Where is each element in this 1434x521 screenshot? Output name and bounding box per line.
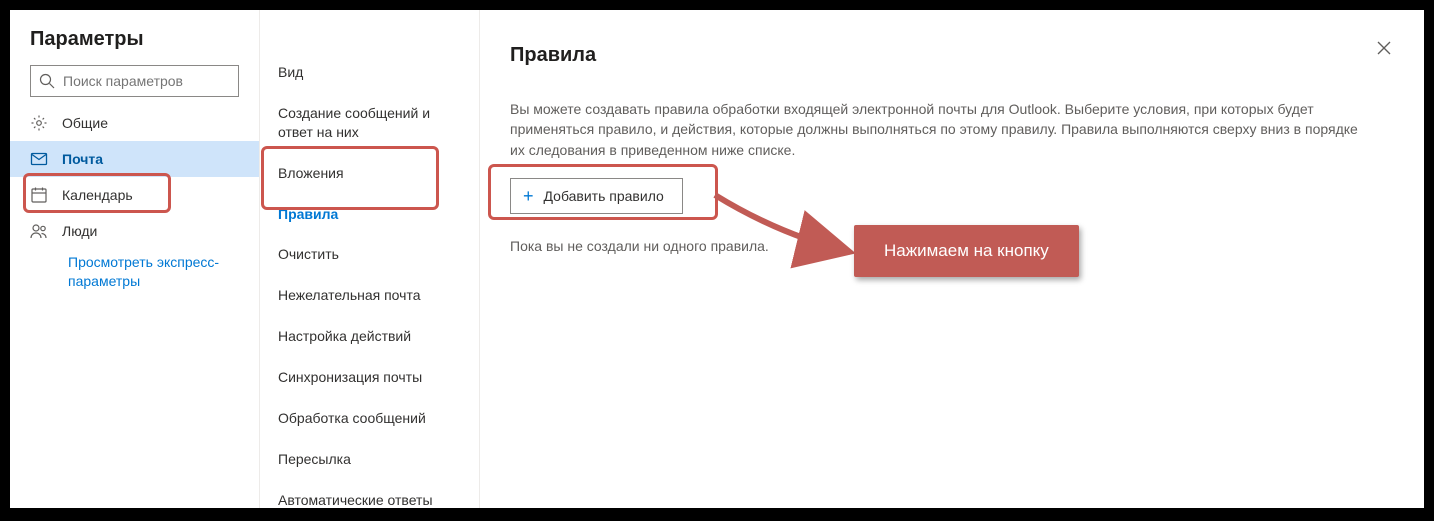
subnav-item-attachments[interactable]: Вложения bbox=[260, 153, 479, 194]
sidebar-item-general[interactable]: Общие bbox=[10, 105, 259, 141]
subnav-item-message-handling[interactable]: Обработка сообщений bbox=[260, 398, 479, 439]
sidebar-item-label: Календарь bbox=[62, 187, 133, 203]
plus-icon: + bbox=[523, 187, 534, 205]
add-rule-label: Добавить правило bbox=[544, 188, 664, 204]
panel-heading: Правила bbox=[510, 44, 1374, 67]
close-icon bbox=[1376, 40, 1392, 56]
mail-subnav: Вид Создание сообщений и ответ на них Вл… bbox=[260, 10, 480, 508]
view-quick-settings-link[interactable]: Просмотреть экспресс-параметры bbox=[10, 249, 259, 295]
subnav-item-layout[interactable]: Вид bbox=[260, 52, 479, 93]
search-settings-input[interactable] bbox=[63, 73, 244, 89]
subnav-item-rules[interactable]: Правила bbox=[260, 194, 479, 235]
add-rule-button[interactable]: + Добавить правило bbox=[510, 178, 683, 214]
sidebar-item-label: Почта bbox=[62, 151, 103, 167]
people-icon bbox=[30, 222, 48, 240]
sidebar-item-label: Общие bbox=[62, 115, 108, 131]
subnav-item-forwarding[interactable]: Пересылка bbox=[260, 439, 479, 480]
subnav-item-sweep[interactable]: Очистить bbox=[260, 234, 479, 275]
subnav-item-automatic-replies[interactable]: Автоматические ответы bbox=[260, 480, 479, 521]
sidebar-title: Параметры bbox=[10, 28, 259, 65]
search-settings-input-wrap[interactable] bbox=[30, 65, 239, 97]
sidebar-item-calendar[interactable]: Календарь bbox=[10, 177, 259, 213]
subnav-item-customize-actions[interactable]: Настройка действий bbox=[260, 316, 479, 357]
sidebar-item-mail[interactable]: Почта bbox=[10, 141, 259, 177]
subnav-item-compose-reply[interactable]: Создание сообщений и ответ на них bbox=[260, 93, 479, 153]
subnav-item-junk[interactable]: Нежелательная почта bbox=[260, 275, 479, 316]
subnav-item-sync-email[interactable]: Синхронизация почты bbox=[260, 357, 479, 398]
search-icon bbox=[39, 73, 55, 89]
sidebar-item-label: Люди bbox=[62, 223, 97, 239]
calendar-icon bbox=[30, 186, 48, 204]
gear-icon bbox=[30, 114, 48, 132]
close-dialog-button[interactable] bbox=[1376, 40, 1396, 60]
annotation-callout: Нажимаем на кнопку bbox=[854, 225, 1079, 277]
sidebar-item-people[interactable]: Люди bbox=[10, 213, 259, 249]
settings-dialog: Параметры Общие Почта bbox=[10, 10, 1424, 508]
settings-sidebar: Параметры Общие Почта bbox=[10, 10, 260, 508]
rules-description: Вы можете создавать правила обработки вх… bbox=[510, 99, 1374, 160]
mail-icon bbox=[30, 150, 48, 168]
